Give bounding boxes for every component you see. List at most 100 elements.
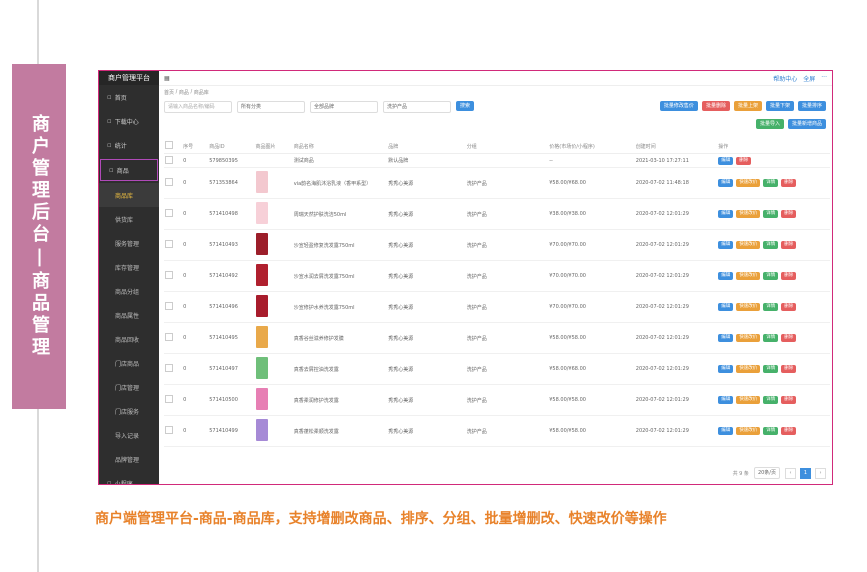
search-input[interactable]: 请输入商品名称/编码 <box>164 101 232 113</box>
fullscreen-icon[interactable]: 全屏 <box>803 74 815 83</box>
row-action-button[interactable]: 详情 <box>763 210 779 218</box>
more-icon[interactable]: ··· <box>821 74 827 83</box>
row-checkbox[interactable] <box>165 240 173 248</box>
product-thumbnail <box>255 357 268 379</box>
sidebar-item[interactable]: 门店服务 <box>99 399 159 423</box>
sidebar-item[interactable]: 库存管理 <box>99 255 159 279</box>
row-action-button[interactable]: 删除 <box>781 179 797 187</box>
row-action-button[interactable]: 编辑 <box>718 210 734 218</box>
breadcrumb-item[interactable]: 首页 <box>164 89 174 96</box>
row-select-cell <box>164 353 183 385</box>
category-select[interactable]: 所有分类 <box>237 101 305 113</box>
toolbar-button[interactable]: 批量排序 <box>797 101 826 111</box>
row-action-button[interactable]: 编辑 <box>718 241 734 249</box>
sidebar-item[interactable]: ▫ 统计 <box>99 133 159 157</box>
sidebar-item[interactable]: ▫ 下载中心 <box>99 109 159 133</box>
sidebar-item[interactable]: ▫ 首页 <box>99 85 159 109</box>
toolbar-button[interactable]: 批量删除 <box>701 101 730 111</box>
row-checkbox[interactable] <box>165 395 173 403</box>
row-action-button[interactable]: 编辑 <box>718 427 734 435</box>
row-action-button[interactable]: 详情 <box>763 303 779 311</box>
toolbar-button[interactable]: 批量新增商品 <box>787 119 826 129</box>
sidebar-item[interactable]: 门店商品 <box>99 351 159 375</box>
row-action-button[interactable]: 删除 <box>781 427 797 435</box>
toolbar-button[interactable]: 批量上架 <box>733 101 762 111</box>
sidebar-item[interactable]: 商品分组 <box>99 279 159 303</box>
id-cell: 571410496 <box>208 291 255 323</box>
page-button[interactable]: 1 <box>800 467 811 479</box>
row-action-button[interactable]: 详情 <box>763 396 779 404</box>
row-action-button[interactable]: 删除 <box>781 365 797 373</box>
row-action-button[interactable]: 删除 <box>781 396 797 404</box>
row-action-button[interactable]: 编辑 <box>718 303 734 311</box>
row-action-button[interactable]: 编辑 <box>718 272 734 280</box>
row-action-button[interactable]: 详情 <box>763 241 779 249</box>
sidebar-item[interactable]: 导入记录 <box>99 423 159 447</box>
row-action-button[interactable]: 详情 <box>763 272 779 280</box>
row-action-button[interactable]: 编辑 <box>718 396 734 404</box>
sidebar-item[interactable]: 商品回收 <box>99 327 159 351</box>
row-action-button[interactable]: 快速改价 <box>736 365 761 373</box>
row-action-button[interactable]: 快速改价 <box>736 396 761 404</box>
row-action-button[interactable]: 快速改价 <box>736 334 761 342</box>
sidebar-item[interactable]: 门店管理 <box>99 375 159 399</box>
row-checkbox[interactable] <box>165 333 173 341</box>
row-action-button[interactable]: 详情 <box>763 365 779 373</box>
sidebar-item[interactable]: 服务管理 <box>99 231 159 255</box>
row-action-button[interactable]: 快速改价 <box>736 179 761 187</box>
row-action-button[interactable]: 详情 <box>763 179 779 187</box>
page-button[interactable]: ‹ <box>785 467 796 479</box>
sidebar-item[interactable]: ▫ 小程序 <box>99 471 159 484</box>
price-cell: ¥70.00/¥70.00 <box>548 291 635 323</box>
toolbar-button[interactable]: 批量修改售价 <box>659 101 698 111</box>
row-action-button[interactable]: 删除 <box>781 210 797 218</box>
row-checkbox[interactable] <box>165 426 173 434</box>
row-action-button[interactable]: 快速改价 <box>736 241 761 249</box>
row-action-button[interactable]: 快速改价 <box>736 272 761 280</box>
product-table: 序号 商品ID 商品图片 商品名称 品牌 分组 价格(市场价/小程序) 创建时间 操作 0 579… <box>164 139 830 447</box>
breadcrumb-item[interactable]: 商品 <box>179 89 189 96</box>
sidebar-item[interactable]: 商品库 <box>99 183 159 207</box>
row-action-button[interactable]: 删除 <box>736 156 752 165</box>
ops-cell: 编辑 快速改价 详情 删除 <box>717 415 830 447</box>
sidebar-item[interactable]: 供货库 <box>99 207 159 231</box>
row-action-button[interactable]: 快速改价 <box>736 303 761 311</box>
group-select[interactable]: 洗护产品 <box>383 101 451 113</box>
help-link[interactable]: 帮助中心 <box>773 74 797 83</box>
row-action-button[interactable]: 删除 <box>781 241 797 249</box>
row-action-button[interactable]: 编辑 <box>718 179 734 187</box>
row-action-button[interactable]: 详情 <box>763 334 779 342</box>
toolbar-button[interactable]: 批量下架 <box>765 101 794 111</box>
row-action-button[interactable]: 快速改价 <box>736 427 761 435</box>
row-checkbox[interactable] <box>165 271 173 279</box>
search-button[interactable]: 搜索 <box>456 101 475 111</box>
row-checkbox[interactable] <box>165 302 173 310</box>
ops-cell: 编辑 快速改价 详情 删除 <box>717 384 830 416</box>
page-button[interactable]: › <box>815 467 826 479</box>
row-action-button[interactable]: 删除 <box>781 272 797 280</box>
brand-cell: 秀秀心美源 <box>387 322 466 354</box>
time-cell: 2021-03-10 17:27:11 <box>634 153 718 168</box>
row-checkbox[interactable] <box>165 155 173 164</box>
row-action-button[interactable]: 删除 <box>781 303 797 311</box>
grid-icon[interactable]: ▦ <box>164 75 170 82</box>
row-checkbox[interactable] <box>165 364 173 372</box>
row-action-button[interactable]: 快速改价 <box>736 210 761 218</box>
sidebar-item-label: 下载中心 <box>114 118 139 126</box>
import-toolbar: 批量导入 批量新增商品 <box>755 119 826 129</box>
row-action-button[interactable]: 删除 <box>781 334 797 342</box>
row-action-button[interactable]: 编辑 <box>718 365 734 373</box>
brand-cell: 秀秀心美源 <box>387 167 466 199</box>
sidebar-item[interactable]: ▫ 商品 <box>100 159 158 181</box>
brand-select[interactable]: 全部品牌 <box>310 101 378 113</box>
sidebar-item[interactable]: 商品属性 <box>99 303 159 327</box>
row-action-button[interactable]: 详情 <box>763 427 779 435</box>
page-size-select[interactable]: 20条/页 <box>753 467 780 479</box>
row-action-button[interactable]: 编辑 <box>718 334 734 342</box>
row-action-button[interactable]: 编辑 <box>718 156 734 165</box>
row-checkbox[interactable] <box>165 209 173 217</box>
sidebar-item[interactable]: 品牌管理 <box>99 447 159 471</box>
toolbar-button[interactable]: 批量导入 <box>755 119 784 129</box>
select-all-checkbox[interactable] <box>165 141 173 149</box>
row-checkbox[interactable] <box>165 178 173 186</box>
